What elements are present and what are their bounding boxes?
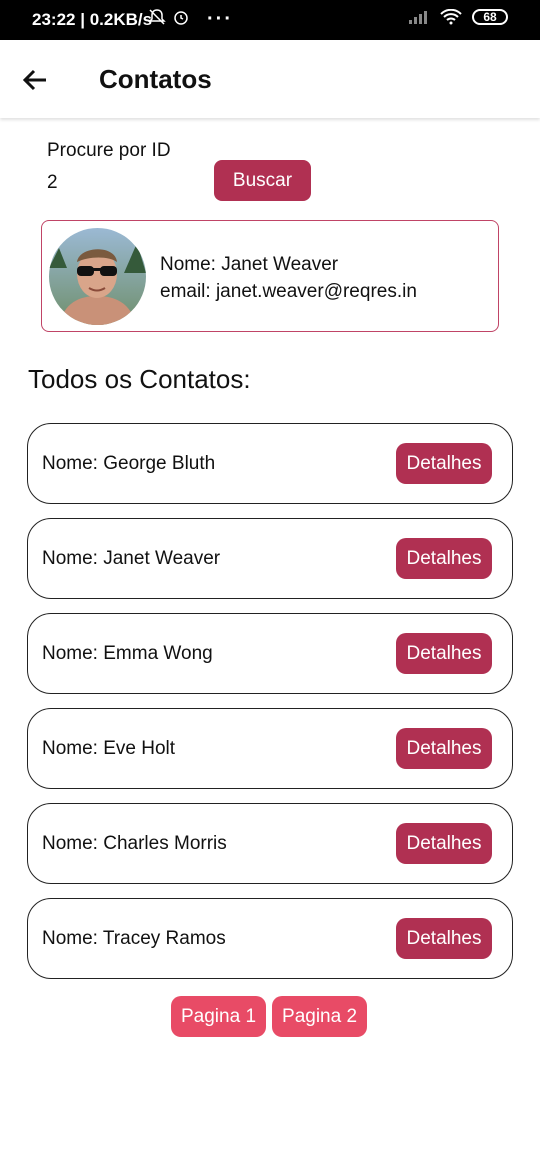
section-title: Todos os Contatos: [28, 364, 251, 394]
search-result-card: Nome: Janet Weaver email: janet.weaver@r… [41, 220, 499, 332]
network-speed: 0.2KB/s [89, 10, 153, 29]
contact-name: Nome: George Bluth [42, 453, 216, 474]
page-2-button[interactable]: Pagina 2 [272, 996, 368, 1037]
page-1-button[interactable]: Pagina 1 [171, 996, 267, 1037]
contact-row: Nome: Emma Wong Detalhes [27, 613, 513, 694]
battery-icon: 68 [472, 9, 508, 25]
battery-level: 68 [483, 10, 497, 24]
details-button[interactable]: Detalhes [396, 918, 492, 959]
contact-row: Nome: Janet Weaver Detalhes [27, 518, 513, 599]
clock: 23:22 [32, 10, 76, 29]
search-button[interactable]: Buscar [214, 160, 311, 201]
result-name: Nome: Janet Weaver [160, 254, 339, 275]
contact-row: Nome: George Bluth Detalhes [27, 423, 513, 504]
contact-name: Nome: Eve Holt [42, 738, 176, 759]
wifi-icon [440, 9, 462, 25]
contact-row: Nome: Eve Holt Detalhes [27, 708, 513, 789]
app-bar: Contatos [0, 40, 540, 118]
details-button[interactable]: Detalhes [396, 443, 492, 484]
result-email: email: janet.weaver@reqres.in [160, 281, 417, 302]
details-button[interactable]: Detalhes [396, 823, 492, 864]
contact-name: Nome: Janet Weaver [42, 548, 221, 569]
signal-icon [409, 11, 427, 24]
contact-row: Nome: Tracey Ramos Detalhes [27, 898, 513, 979]
contact-name: Nome: Tracey Ramos [42, 928, 226, 949]
alarm-icon [174, 11, 188, 25]
back-button[interactable] [18, 62, 54, 98]
avatar-photo [49, 228, 146, 325]
back-arrow-icon [22, 69, 46, 91]
status-bar: 23:22 | 0.2KB/s ··· 68 [0, 0, 540, 40]
contact-row: Nome: Charles Morris Detalhes [27, 803, 513, 884]
avatar [49, 228, 146, 325]
page-title: Contatos [99, 64, 212, 94]
search-label: Procure por ID [47, 140, 171, 161]
more-notifications-icon: ··· [207, 8, 233, 30]
bell-off-icon [148, 9, 166, 25]
status-time: 23:22 | 0.2KB/s [32, 10, 153, 29]
details-button[interactable]: Detalhes [396, 633, 492, 674]
contact-name: Nome: Emma Wong [42, 643, 213, 664]
details-button[interactable]: Detalhes [396, 538, 492, 579]
status-right: 68 [408, 9, 508, 25]
status-icons [148, 8, 190, 26]
search-id-input[interactable] [47, 170, 197, 196]
contact-name: Nome: Charles Morris [42, 833, 227, 854]
details-button[interactable]: Detalhes [396, 728, 492, 769]
pagination: Pagina 1 Pagina 2 [171, 996, 368, 1037]
